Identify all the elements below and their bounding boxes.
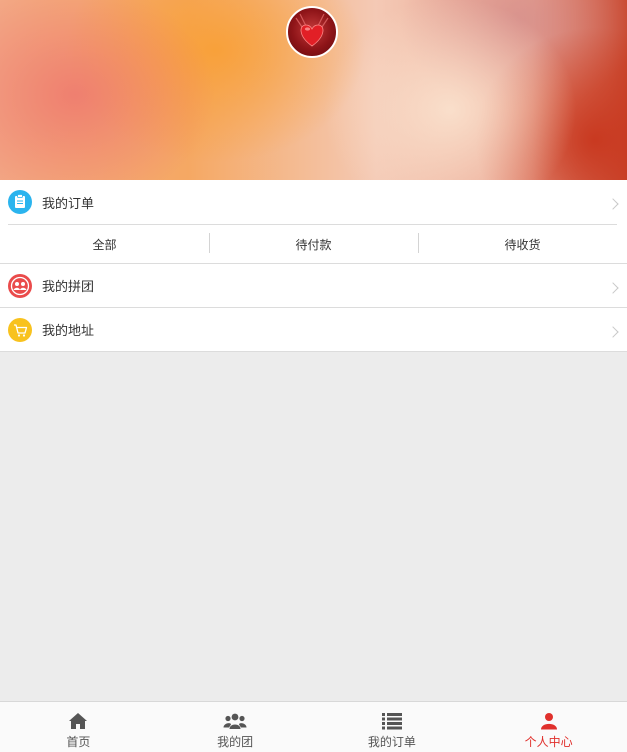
chevron-right-icon [607, 282, 619, 294]
my-orders-row[interactable]: 我的订单 [0, 180, 627, 224]
chevron-right-icon [607, 198, 619, 210]
my-orders-label: 我的订单 [42, 196, 95, 212]
order-status-tabs: 全部 待付款 待收货 [0, 225, 627, 263]
home-icon [68, 712, 88, 730]
cart-icon [8, 317, 32, 342]
nav-profile[interactable]: 个人中心 [470, 702, 627, 752]
nav-my-group[interactable]: 我的团 [157, 702, 314, 752]
tab-all[interactable]: 全部 [0, 225, 209, 263]
nav-my-group-label: 我的团 [217, 735, 254, 749]
address-section: 我的地址 [0, 308, 627, 351]
nav-home-label: 首页 [66, 735, 91, 749]
group-icon [8, 273, 32, 298]
nav-my-orders[interactable]: 我的订单 [314, 702, 471, 752]
my-group-label: 我的拼团 [42, 280, 95, 295]
my-address-label: 我的地址 [42, 324, 95, 339]
tab-pending-receipt[interactable]: 待收货 [418, 225, 627, 263]
clipboard-icon [8, 190, 32, 214]
bottom-nav: 首页 我的团 我的订单 个人中心 [0, 701, 627, 752]
nav-profile-label: 个人中心 [524, 735, 573, 749]
group-section: 我的拼团 [0, 264, 627, 307]
my-address-row[interactable]: 我的地址 [0, 308, 627, 351]
divider [0, 351, 627, 352]
nav-home[interactable]: 首页 [0, 702, 157, 752]
profile-banner [0, 0, 627, 180]
user-icon [540, 712, 558, 730]
users-icon [223, 712, 247, 730]
tab-pending-payment[interactable]: 待付款 [209, 225, 418, 263]
avatar[interactable] [286, 6, 338, 58]
heart-icon [295, 13, 329, 47]
chevron-right-icon [607, 326, 619, 338]
list-icon [381, 712, 403, 730]
my-group-row[interactable]: 我的拼团 [0, 264, 627, 307]
nav-my-orders-label: 我的订单 [367, 735, 416, 749]
